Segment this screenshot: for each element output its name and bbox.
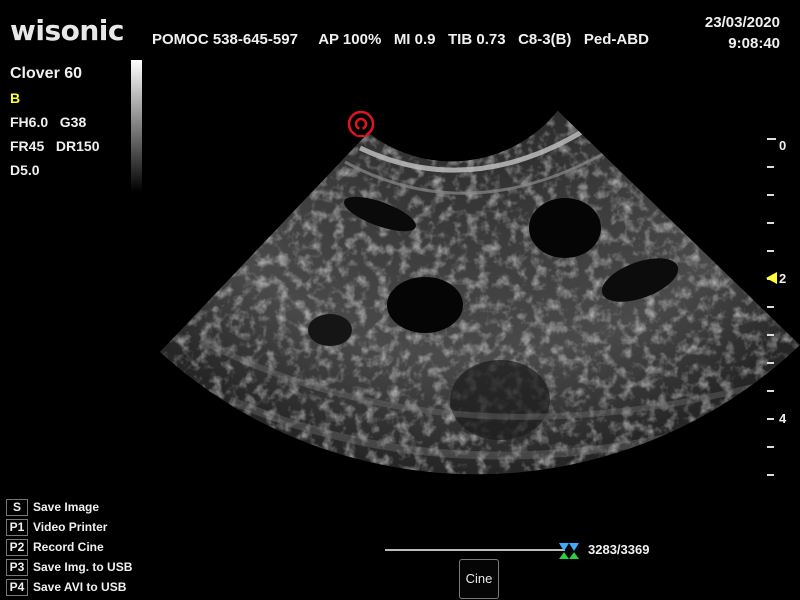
menu-label: Video Printer	[33, 520, 108, 534]
depth-tick	[767, 194, 774, 196]
time: 9:08:40	[728, 35, 780, 52]
depth-value: D5.0	[10, 162, 40, 178]
menu-item-save-avi-usb[interactable]: P4 Save AVI to USB	[6, 577, 132, 597]
depth-scale: 0 2 4	[760, 132, 800, 482]
depth-tick	[767, 306, 774, 308]
key-label: P3	[6, 558, 28, 576]
key-label: P4	[6, 578, 28, 596]
depth-tick	[767, 138, 776, 140]
depth-tick	[767, 166, 774, 168]
menu-label: Record Cine	[33, 540, 104, 554]
depth-tick	[767, 418, 774, 420]
menu-label: Save AVI to USB	[33, 580, 127, 594]
dr-value: DR150	[55, 138, 100, 154]
sector-scan	[160, 109, 800, 475]
depth-tick	[767, 474, 774, 476]
brand-logo: wisonic	[10, 14, 125, 47]
probe-orientation-icon	[347, 111, 375, 138]
imaging-mode: B	[10, 90, 21, 106]
depth-label: 4	[779, 411, 787, 426]
fh-value: FH6.0	[10, 114, 49, 130]
depth-label: 0	[779, 138, 787, 153]
menu-item-video-printer[interactable]: P1 Video Printer	[6, 517, 132, 537]
fr-value: FR45	[10, 138, 45, 154]
depth-label: 2	[779, 271, 787, 286]
param-row-1: FH6.0 G38	[10, 110, 100, 134]
menu-label: Save Image	[33, 500, 100, 514]
cine-scrollbar[interactable]	[385, 549, 565, 551]
gain-value: G38	[59, 114, 87, 130]
mi-value: MI 0.9	[393, 31, 436, 48]
key-label: P1	[6, 518, 28, 536]
datetime: 23/03/2020 9:08:40	[705, 12, 780, 54]
key-label: S	[6, 498, 28, 516]
menu-item-save-image[interactable]: S Save Image	[6, 497, 132, 517]
ap-value: AP 100%	[318, 31, 382, 48]
patient-id: POMOC 538-645-597	[152, 31, 298, 48]
menu-item-save-img-usb[interactable]: P3 Save Img. to USB	[6, 557, 132, 577]
exam-header: POMOC 538-645-597 AP 100% MI 0.9 TIB 0.7…	[152, 31, 649, 48]
depth-tick	[767, 334, 774, 336]
param-row-2: FR45 DR150	[10, 134, 100, 158]
imaging-params: Clover 60 B FH6.0 G38 FR45 DR150 D5.0	[10, 62, 100, 182]
device-model: Clover 60	[10, 65, 83, 82]
menu-label: Save Img. to USB	[33, 560, 133, 574]
tib-value: TIB 0.73	[448, 31, 506, 48]
preset-name: Ped-ABD	[583, 31, 649, 48]
grayscale-bar	[131, 60, 142, 192]
cine-frame-counter: 3283/3369	[588, 542, 650, 557]
date: 23/03/2020	[704, 14, 780, 31]
depth-tick	[767, 362, 774, 364]
softkey-menu: S Save Image P1 Video Printer P2 Record Cin…	[6, 497, 132, 597]
probe-name: C8-3(B)	[518, 31, 572, 48]
key-label: P2	[6, 538, 28, 556]
cine-button[interactable]: Cine	[459, 559, 499, 599]
depth-tick	[767, 390, 774, 392]
focus-marker-icon[interactable]	[766, 272, 777, 284]
cine-position-icon[interactable]	[558, 542, 580, 560]
menu-item-record-cine[interactable]: P2 Record Cine	[6, 537, 132, 557]
depth-tick	[767, 446, 774, 448]
depth-tick	[767, 250, 774, 252]
depth-tick	[767, 222, 774, 224]
